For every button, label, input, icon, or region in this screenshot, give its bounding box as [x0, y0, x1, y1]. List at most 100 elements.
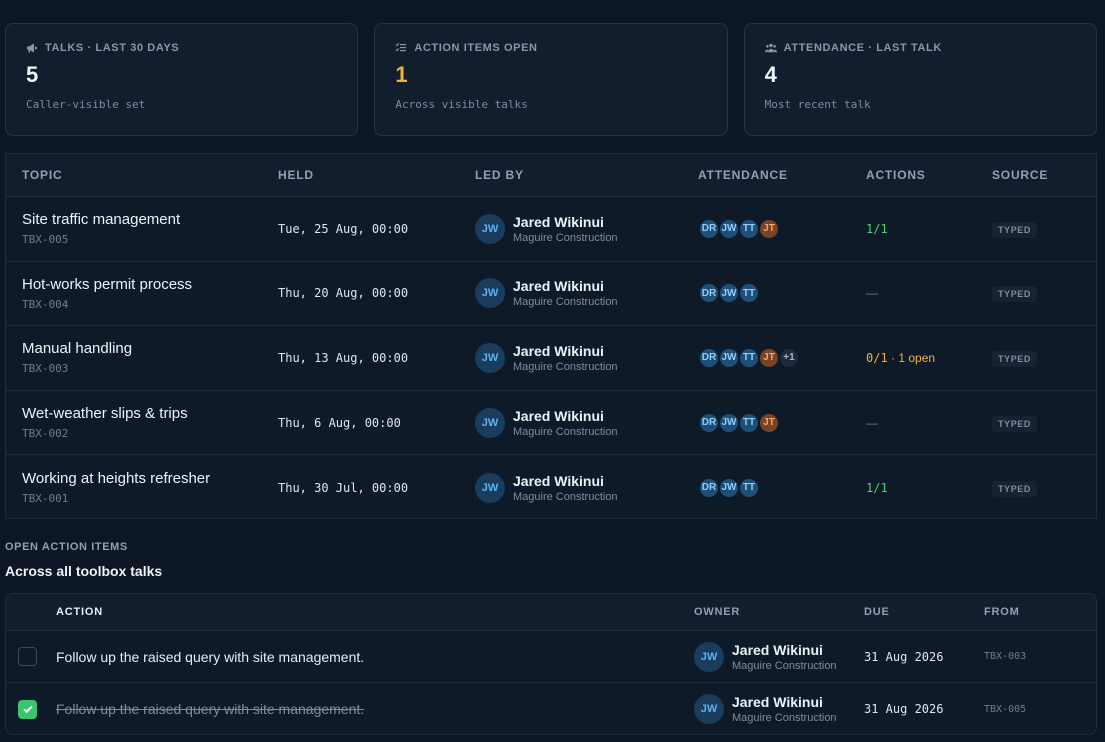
actions-open-note: · 1 open	[887, 350, 936, 365]
source-cell: TYPED	[992, 349, 1092, 367]
topic-cell: Manual handling TBX-003	[6, 340, 278, 375]
attendee-stack[interactable]: DR JW TT JT	[698, 411, 866, 434]
column-header-due[interactable]: DUE	[864, 606, 984, 618]
column-header-source[interactable]: SOURCE	[992, 168, 1092, 182]
from-talk-id[interactable]: TBX-005	[984, 704, 1094, 715]
attendee-avatar: JT	[758, 346, 780, 369]
table-row[interactable]: Wet-weather slips & trips TBX-002 Thu, 6 A…	[6, 391, 1096, 456]
owner-cell: JW Jared Wikinui Maguire Construction	[694, 694, 864, 724]
source-cell: TYPED	[992, 220, 1092, 238]
checkbox-cell	[6, 699, 56, 719]
source-badge: TYPED	[992, 221, 1038, 238]
attendee-avatar: JW	[718, 411, 740, 434]
stat-label: ACTION ITEMS OPEN	[414, 42, 538, 54]
leader-info: Jared Wikinui Maguire Construction	[513, 473, 618, 503]
attendee-stack[interactable]: DR JW TT	[698, 476, 866, 499]
attendee-avatar: DR	[698, 476, 720, 499]
table-row[interactable]: Site traffic management TBX-005 Tue, 25 Au…	[6, 197, 1096, 262]
section-label: OPEN ACTION ITEMS	[5, 541, 128, 553]
table-row[interactable]: Hot-works permit process TBX-004 Thu, 20 A…	[6, 262, 1096, 327]
topic-title[interactable]: Wet-weather slips & trips	[22, 405, 278, 422]
leader-cell: JW Jared Wikinui Maguire Construction	[475, 472, 698, 503]
topic-title[interactable]: Working at heights refresher	[22, 470, 278, 487]
leader-name: Jared Wikinui	[513, 278, 604, 295]
held-date: Thu, 13 Aug, 00:00	[278, 350, 409, 365]
more-attendees-badge: +1	[778, 346, 800, 369]
leader-org: Maguire Construction	[513, 231, 618, 244]
topic-id: TBX-004	[22, 297, 69, 311]
leader-info: Jared Wikinui Maguire Construction	[513, 278, 618, 308]
table-header: ACTION OWNER DUE FROM	[6, 594, 1096, 631]
actions-count: —	[866, 415, 878, 430]
attendee-stack[interactable]: DR JW TT	[698, 282, 866, 305]
held-date: Thu, 30 Jul, 00:00	[278, 480, 409, 495]
column-header-action[interactable]: ACTION	[56, 606, 694, 618]
leader-info: Jared Wikinui Maguire Construction	[513, 408, 618, 438]
actions-cell: 1/1	[866, 479, 992, 497]
column-header-held[interactable]: HELD	[278, 168, 475, 182]
topic-id: TBX-002	[22, 427, 69, 441]
actions-count: —	[866, 286, 878, 301]
actions-cell: 1/1	[866, 220, 992, 238]
topic-title[interactable]: Site traffic management	[22, 211, 278, 228]
owner-org: Maguire Construction	[732, 712, 837, 724]
actions-cell: —	[866, 414, 992, 432]
actions-count: 1/1	[866, 221, 888, 236]
table-row[interactable]: Working at heights refresher TBX-001 Thu, …	[6, 455, 1096, 520]
attendee-avatar: TT	[738, 476, 760, 499]
column-header-attendance[interactable]: ATTENDANCE	[698, 168, 866, 182]
attendee-avatar: JW	[718, 346, 740, 369]
topic-cell: Working at heights refresher TBX-001	[6, 470, 278, 505]
table-row[interactable]: Manual handling TBX-003 Thu, 13 Aug, 00:00…	[6, 326, 1096, 391]
attendee-stack[interactable]: DR JW TT JT +1	[698, 346, 866, 369]
stat-subtext: Across visible talks	[395, 98, 528, 111]
topic-cell: Site traffic management TBX-005	[6, 211, 278, 246]
attendance-cell: DR JW TT JT +1	[698, 346, 866, 369]
column-header-actions[interactable]: ACTIONS	[866, 168, 992, 182]
avatar: JW	[475, 407, 505, 438]
due-date: 31 Aug 2026	[864, 702, 944, 716]
actions-count: 0/1	[866, 350, 888, 365]
checkbox-cell	[6, 647, 56, 666]
actions-cell: —	[866, 284, 992, 302]
owner-name: Jared Wikinui	[732, 694, 823, 710]
held-date: Tue, 25 Aug, 00:00	[278, 221, 409, 236]
from-talk-id[interactable]: TBX-003	[984, 651, 1094, 662]
stat-card-action-items: ACTION ITEMS OPEN 1 Across visible talks	[374, 23, 728, 136]
avatar: JW	[694, 694, 724, 724]
column-header-owner[interactable]: OWNER	[694, 606, 864, 618]
attendee-avatar: TT	[738, 217, 760, 240]
stat-card-attendance: ATTENDANCE · LAST TALK 4 Most recent tal…	[743, 23, 1097, 136]
stat-subtext: Caller-visible set	[26, 98, 146, 111]
stat-cards: TALKS · LAST 30 DAYS 5 Caller-visible se…	[5, 23, 1097, 136]
topic-id: TBX-001	[22, 492, 69, 506]
leader-info: Jared Wikinui Maguire Construction	[513, 343, 618, 373]
stat-card-talks: TALKS · LAST 30 DAYS 5 Caller-visible se…	[5, 23, 359, 136]
attendee-avatar: DR	[698, 411, 720, 434]
attendee-stack[interactable]: DR JW TT JT	[698, 217, 866, 240]
topic-title[interactable]: Manual handling	[22, 340, 278, 357]
attendee-avatar: JW	[718, 217, 740, 240]
stat-value: 5	[26, 62, 39, 87]
topic-cell: Wet-weather slips & trips TBX-002	[6, 405, 278, 440]
due-date: 31 Aug 2026	[864, 649, 944, 664]
people-icon	[764, 43, 777, 53]
topic-title[interactable]: Hot-works permit process	[22, 276, 278, 293]
column-header-led-by[interactable]: LED BY	[475, 168, 698, 182]
section-title: Across all toolbox talks	[5, 563, 163, 579]
topic-cell: Hot-works permit process TBX-004	[6, 276, 278, 311]
action-checkbox[interactable]	[18, 647, 37, 666]
leader-info: Jared Wikinui Maguire Construction	[513, 214, 618, 244]
column-header-topic[interactable]: TOPIC	[6, 168, 278, 182]
checklist-icon	[395, 43, 407, 52]
source-cell: TYPED	[992, 414, 1092, 432]
stat-label: TALKS · LAST 30 DAYS	[45, 42, 180, 54]
source-cell: TYPED	[992, 479, 1092, 497]
stat-value: 1	[395, 62, 408, 87]
attendee-avatar: JW	[718, 282, 740, 305]
attendance-cell: DR JW TT	[698, 282, 866, 305]
action-checkbox[interactable]	[18, 699, 37, 719]
owner-info: Jared Wikinui Maguire Construction	[732, 694, 837, 724]
column-header-from[interactable]: FROM	[984, 606, 1094, 618]
leader-org: Maguire Construction	[513, 490, 618, 503]
